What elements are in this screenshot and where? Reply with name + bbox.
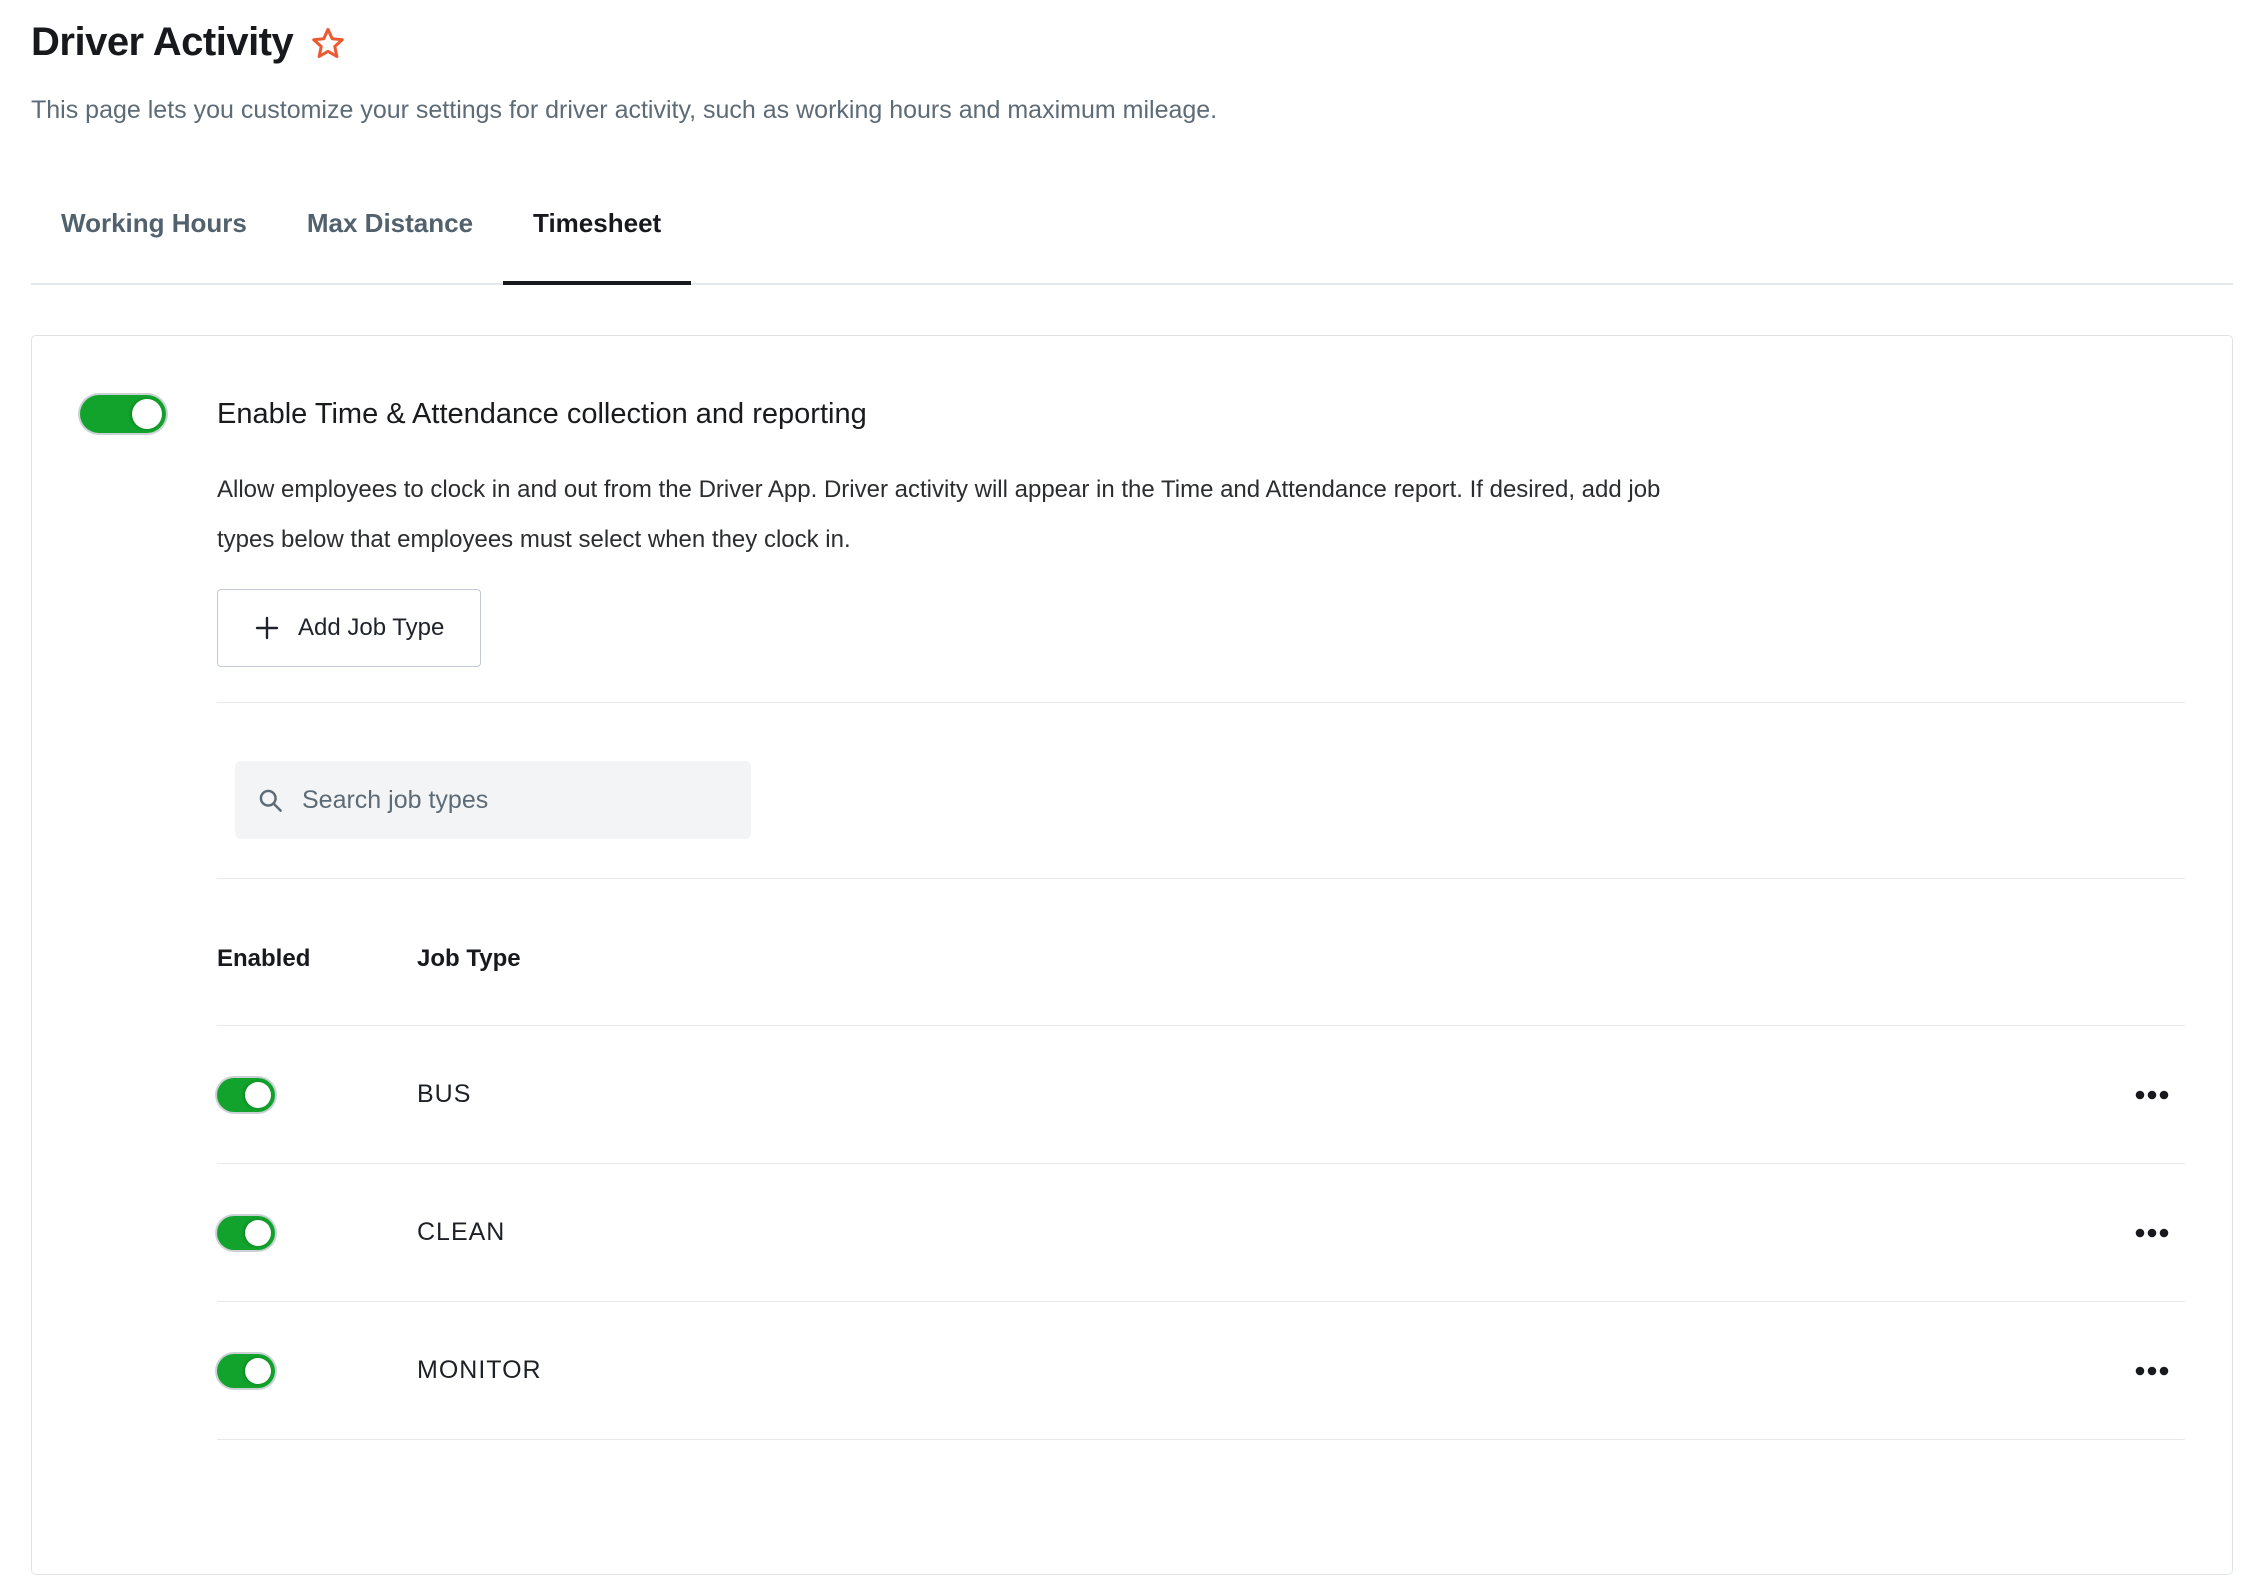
setting-description-line: Allow employees to clock in and out from… [217,465,2185,515]
page-subtitle: This page lets you customize your settin… [31,94,2233,126]
tab-working-hours[interactable]: Working Hours [31,208,277,283]
row-toggle-cell [217,1078,417,1112]
favorite-star-icon[interactable] [309,25,347,63]
table-row: BUS [217,1026,2185,1164]
search-icon [257,787,284,814]
search-box[interactable] [235,761,751,839]
column-header-job-type: Job Type [417,945,521,973]
toggle-knob [245,1358,271,1384]
add-job-type-button[interactable]: Add Job Type [217,589,481,667]
row-toggle-cell [217,1216,417,1250]
job-type-enabled-toggle[interactable] [217,1216,275,1250]
row-actions-menu-button[interactable] [2127,1082,2177,1108]
table-row: MONITOR [217,1302,2185,1440]
setting-title: Enable Time & Attendance collection and … [217,395,2185,433]
plus-icon [254,615,280,641]
driver-activity-page: Driver Activity This page lets you custo… [0,0,2255,1575]
row-actions-menu-button[interactable] [2127,1358,2177,1384]
toggle-knob [245,1082,271,1108]
tab-max-distance[interactable]: Max Distance [277,208,503,283]
toggle-knob [132,399,162,429]
timesheet-settings-card: Enable Time & Attendance collection and … [31,335,2233,1575]
tab-bar: Working Hours Max Distance Timesheet [31,208,2233,285]
column-header-enabled: Enabled [217,945,417,973]
ellipsis-icon [2135,1228,2169,1238]
section-divider [217,702,2185,703]
enable-toggle-column [80,395,217,1440]
tab-timesheet[interactable]: Timesheet [503,208,691,283]
enable-time-attendance-toggle[interactable] [80,395,166,433]
setting-description-line: types below that employees must select w… [217,515,2185,565]
job-type-table-header: Enabled Job Type [217,879,2185,1026]
row-actions-menu-button[interactable] [2127,1220,2177,1246]
job-type-name: MONITOR [417,1356,542,1385]
ellipsis-icon [2135,1090,2169,1100]
ellipsis-icon [2135,1366,2169,1376]
table-row: CLEAN [217,1164,2185,1302]
toggle-knob [245,1220,271,1246]
job-type-name: BUS [417,1080,471,1109]
row-toggle-cell [217,1354,417,1388]
setting-content: Enable Time & Attendance collection and … [217,395,2185,1440]
enable-setting-row: Enable Time & Attendance collection and … [80,395,2185,1440]
job-type-name: CLEAN [417,1218,505,1247]
search-job-types-input[interactable] [300,785,729,816]
setting-description: Allow employees to clock in and out from… [217,465,2185,565]
page-title: Driver Activity [31,18,293,66]
add-job-type-label: Add Job Type [298,614,444,642]
job-type-enabled-toggle[interactable] [217,1354,275,1388]
page-header: Driver Activity [31,18,2233,66]
job-type-enabled-toggle[interactable] [217,1078,275,1112]
